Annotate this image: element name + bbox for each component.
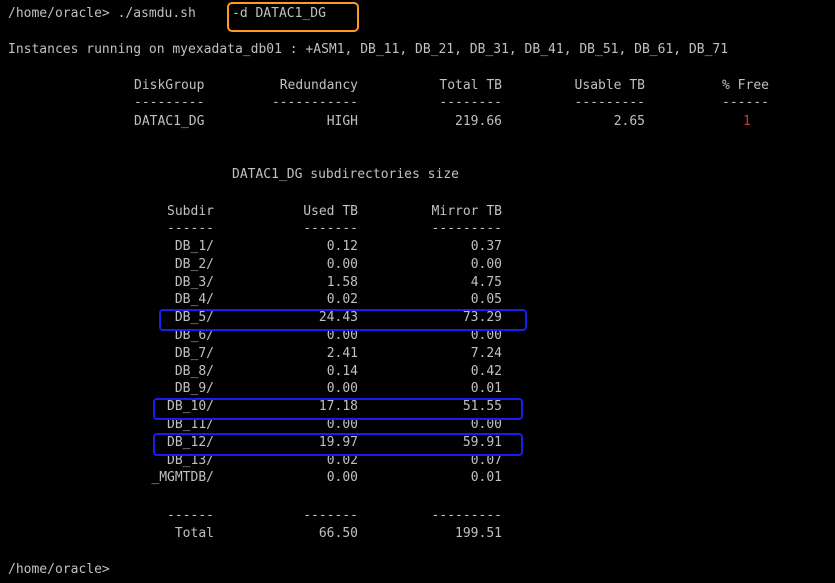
total-used: 66.50 <box>318 526 358 541</box>
sub-row-subdir: DB_9/ <box>174 381 214 396</box>
sub-row-used: 1.58 <box>326 275 358 290</box>
sub-header-subdir: Subdir <box>167 204 214 219</box>
sub-row-used: 2.41 <box>326 346 358 361</box>
sub-row-subdir: DB_3/ <box>174 275 214 290</box>
sub-row-subdir: DB_1/ <box>174 239 214 254</box>
sub-row-subdir: DB_4/ <box>174 292 214 307</box>
subdirectories-title: DATAC1_DG subdirectories size <box>232 167 459 182</box>
sub-row-used: 0.00 <box>326 470 358 485</box>
total-dash: ------- <box>303 508 358 523</box>
command-highlight-box <box>227 2 359 32</box>
sub-row-subdir: DB_7/ <box>174 346 214 361</box>
sub-row-mirror: 4.75 <box>470 275 502 290</box>
shell-prompt-final[interactable]: /home/oracle> <box>8 562 110 578</box>
sub-row-mirror: 0.01 <box>470 470 502 485</box>
sub-row-mirror: 0.00 <box>470 257 502 272</box>
instances-line: Instances running on myexadata_db01 : +A… <box>8 42 729 57</box>
sub-row-used: 0.14 <box>326 364 358 379</box>
dg-dash: -------- <box>439 95 502 110</box>
dg-row-usable: 2.65 <box>613 114 645 129</box>
sub-row-used: 0.02 <box>326 292 358 307</box>
sub-row-mirror: 0.42 <box>470 364 502 379</box>
sub-dash: --------- <box>431 221 502 236</box>
dg-row-free: 1 <box>743 114 751 129</box>
sub-row-subdir: DB_8/ <box>174 364 214 379</box>
sub-row-mirror: 0.01 <box>470 381 502 396</box>
sub-header-used: Used TB <box>303 204 358 219</box>
dg-dash: ----------- <box>271 95 358 110</box>
total-dash: --------- <box>431 508 502 523</box>
sub-row-used: 0.12 <box>326 239 358 254</box>
dg-dash: ------ <box>722 95 769 110</box>
dg-header-diskgroup: DiskGroup <box>134 78 205 93</box>
dg-dash: --------- <box>134 95 205 110</box>
dg-dash: --------- <box>574 95 645 110</box>
dg-header-free: % Free <box>722 78 769 93</box>
highlight-db10 <box>153 398 523 420</box>
dg-header-total: Total TB <box>439 78 502 93</box>
total-mirror: 199.51 <box>455 526 502 541</box>
total-label: Total <box>174 526 214 541</box>
sub-row-used: 0.00 <box>326 257 358 272</box>
dg-row-diskgroup: DATAC1_DG <box>134 114 205 129</box>
sub-header-mirror: Mirror TB <box>431 204 502 219</box>
sub-row-mirror: 7.24 <box>470 346 502 361</box>
highlight-db12 <box>153 433 523 456</box>
dg-row-redundancy: HIGH <box>326 114 358 129</box>
dg-header-redundancy: Redundancy <box>279 78 358 93</box>
sub-row-subdir: _MGMTDB/ <box>151 470 214 485</box>
sub-row-subdir: DB_2/ <box>174 257 214 272</box>
sub-row-used: 0.00 <box>326 381 358 396</box>
total-dash: ------ <box>167 508 214 523</box>
sub-row-mirror: 0.37 <box>470 239 502 254</box>
sub-dash: ------ <box>167 221 214 236</box>
sub-row-mirror: 0.05 <box>470 292 502 307</box>
sub-dash: ------- <box>303 221 358 236</box>
dg-header-usable: Usable TB <box>574 78 645 93</box>
dg-row-total: 219.66 <box>455 114 502 129</box>
shell-prompt: /home/oracle> ./asmdu.sh <box>8 6 196 21</box>
highlight-db5 <box>159 309 527 331</box>
